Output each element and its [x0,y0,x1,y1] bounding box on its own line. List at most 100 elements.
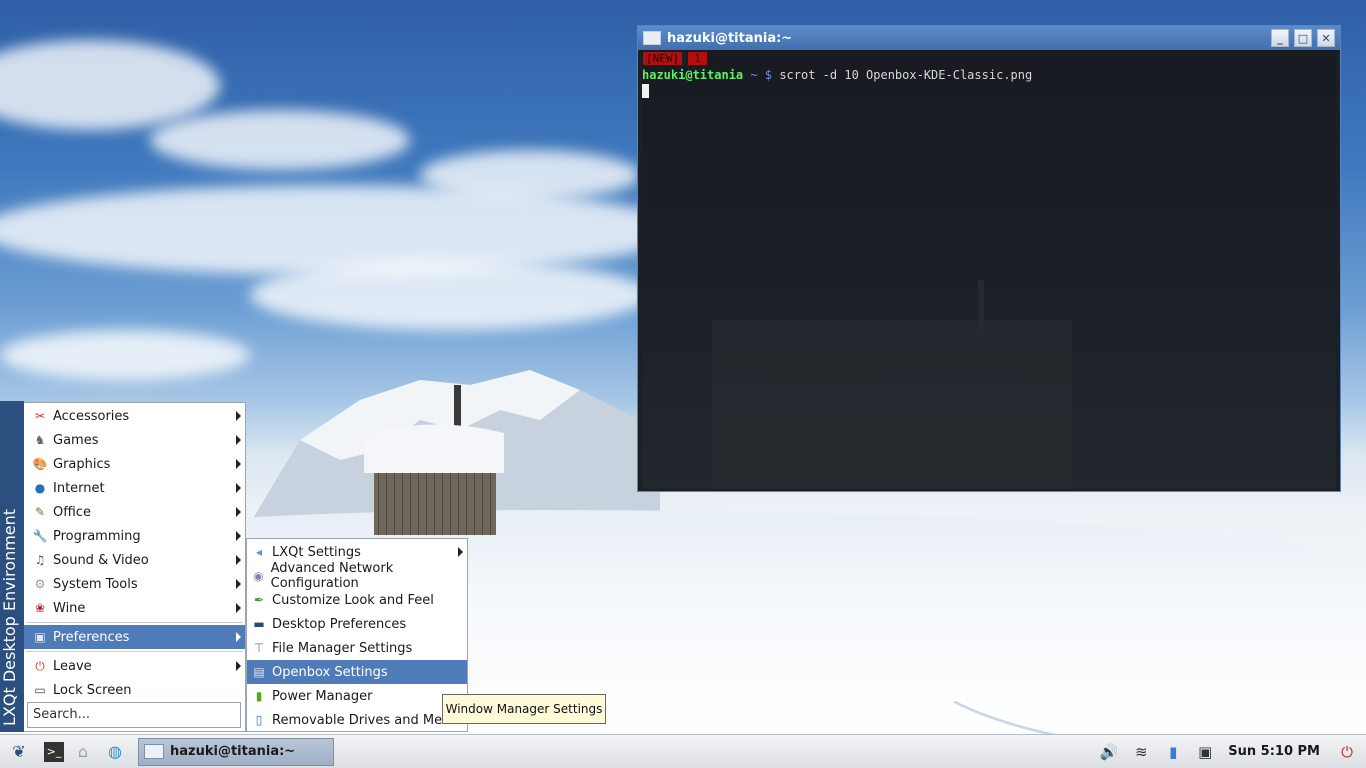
submenu-item-desktop-preferences[interactable]: ▬ Desktop Preferences [247,612,467,636]
shell-prompt-line: hazuki@titania ~ $ scrot -d 10 Openbox-K… [642,68,1336,82]
power-manager-icon: ▮ [255,689,263,703]
submenu-arrow-icon [236,531,241,541]
terminal-titlebar[interactable]: hazuki@titania:~ _ □ ✕ [638,26,1340,50]
device-status-icon[interactable]: ▣ [1192,739,1218,765]
task-window-icon [144,744,164,759]
menu-item-label: Sound & Video [53,552,149,568]
customize-look-icon: ✒ [253,593,265,607]
menu-item-preferences[interactable]: ▣ Preferences [24,625,245,649]
menu-side-banner: LXQt Desktop Environment [0,401,24,732]
games-icon: ♞ [34,433,46,447]
menu-item-label: Leave [53,658,92,674]
menu-item-label: Lock Screen [53,682,132,698]
preferences-icon: ▣ [34,630,46,644]
terminal-launcher-icon[interactable]: >_ [44,741,64,762]
menu-side-label: LXQt Desktop Environment [0,508,19,726]
office-icon: ✎ [34,505,46,519]
menu-item-wine[interactable]: ❀ Wine [24,596,245,620]
submenu-arrow-icon [236,483,241,493]
maximize-button[interactable]: □ [1294,29,1312,47]
clock[interactable]: Sun 5:10 PM [1228,744,1320,759]
browser-launcher-icon[interactable]: ◍ [102,739,128,765]
home-folder-icon[interactable]: ⌂ [70,739,96,765]
submenu-arrow-icon [458,547,463,557]
leave-icon: ⏻ [35,658,45,673]
wallpaper-cloud [0,330,250,380]
prompt-user: hazuki@titania [642,68,744,82]
power-icon[interactable]: ⏻ [1334,739,1360,765]
menu-item-lock-screen[interactable]: ▭ Lock Screen [24,678,245,702]
submenu-arrow-icon [236,555,241,565]
menu-item-label: Office [53,504,91,520]
accessories-icon: ✂ [34,409,46,423]
menu-item-label: Graphics [53,456,111,472]
menu-search-input[interactable]: Search... [27,702,241,728]
menu-item-internet[interactable]: ● Internet [24,476,245,500]
terminal-output[interactable]: [NEW] 1 hazuki@titania ~ $ scrot -d 10 O… [642,50,1336,489]
menu-item-graphics[interactable]: 🎨 Graphics [24,452,245,476]
submenu-arrow-icon [236,459,241,469]
wallpaper-cloud [0,40,220,130]
start-menu[interactable]: ✂ Accessories ♞ Games 🎨 Graphics ● Inter… [24,402,246,732]
wine-icon: ❀ [34,601,46,615]
tmux-separator [682,51,687,65]
menu-item-sound-video[interactable]: ♫ Sound & Video [24,548,245,572]
submenu-item-removable-drives[interactable]: ▯ Removable Drives and Media [247,708,467,732]
menu-item-system-tools[interactable]: ⚙ System Tools [24,572,245,596]
wallpaper-cloud [0,185,680,275]
battery-icon[interactable]: ▮ [1160,739,1186,765]
internet-icon: ● [34,481,46,495]
menu-item-leave[interactable]: ⏻ Leave [24,654,245,678]
submenu-item-power-manager[interactable]: ▮ Power Manager [247,684,467,708]
submenu-item-openbox-settings[interactable]: ▤ Openbox Settings [247,660,467,684]
menu-separator [26,651,243,652]
prompt-command: scrot -d 10 Openbox-KDE-Classic.png [779,68,1033,82]
network-icon: ◉ [253,569,264,583]
menu-item-label: Openbox Settings [272,664,388,680]
volume-icon[interactable]: 🔊 [1096,739,1122,765]
desktop-icon: ▬ [253,617,265,631]
terminal-title: hazuki@titania:~ [667,30,793,46]
menu-item-label: Desktop Preferences [272,616,407,632]
sound-video-icon: ♫ [34,553,46,567]
wallpaper-hut [364,385,504,535]
tmux-new-label: [NEW] [643,51,683,65]
menu-item-label: Customize Look and Feel [272,592,434,608]
menu-item-accessories[interactable]: ✂ Accessories [24,404,245,428]
prompt-dir: ~ [750,68,758,82]
system-tray: 🔊 ≋ ▮ ▣ Sun 5:10 PM ⏻ [1090,739,1366,765]
menu-item-label: Power Manager [272,688,373,704]
menu-separator [26,622,243,623]
terminal-transparent-hut [712,320,1072,489]
menu-item-label: LXQt Settings [272,544,361,560]
task-title: hazuki@titania:~ [170,744,296,759]
lxqt-menu-button[interactable]: ❦ [6,739,32,765]
openbox-icon: ▤ [253,665,265,679]
menu-item-label: Programming [53,528,141,544]
submenu-item-file-manager-settings[interactable]: ⊤ File Manager Settings [247,636,467,660]
prompt-symbol: $ [764,68,773,82]
preferences-submenu[interactable]: ◂ LXQt Settings ◉ Advanced Network Confi… [246,538,468,732]
tmux-status-bar: [NEW] 1 [642,50,1336,66]
submenu-arrow-icon [236,411,241,421]
menu-item-programming[interactable]: 🔧 Programming [24,524,245,548]
tmux-window-number: 1 [688,51,707,65]
terminal-window[interactable]: hazuki@titania:~ _ □ ✕ [NEW] 1 hazuki@ti… [637,25,1341,492]
taskbar-task-terminal[interactable]: hazuki@titania:~ [138,737,334,766]
submenu-arrow-icon [236,603,241,613]
minimize-button[interactable]: _ [1271,29,1289,47]
system-tools-icon: ⚙ [34,577,46,591]
lock-screen-icon: ▭ [34,683,46,697]
menu-item-label: Accessories [53,408,130,424]
menu-item-office[interactable]: ✎ Office [24,500,245,524]
removable-drive-icon: ▯ [255,713,263,727]
wifi-icon[interactable]: ≋ [1128,739,1154,765]
wallpaper-cloud [250,260,650,330]
menu-item-games[interactable]: ♞ Games [24,428,245,452]
programming-icon: 🔧 [32,529,48,543]
file-manager-icon: ⊤ [253,641,265,655]
close-button[interactable]: ✕ [1317,29,1335,47]
submenu-item-advanced-network[interactable]: ◉ Advanced Network Configuration [247,561,467,591]
submenu-item-customize-look[interactable]: ✒ Customize Look and Feel [247,588,467,612]
lxqt-settings-icon: ◂ [255,545,263,559]
